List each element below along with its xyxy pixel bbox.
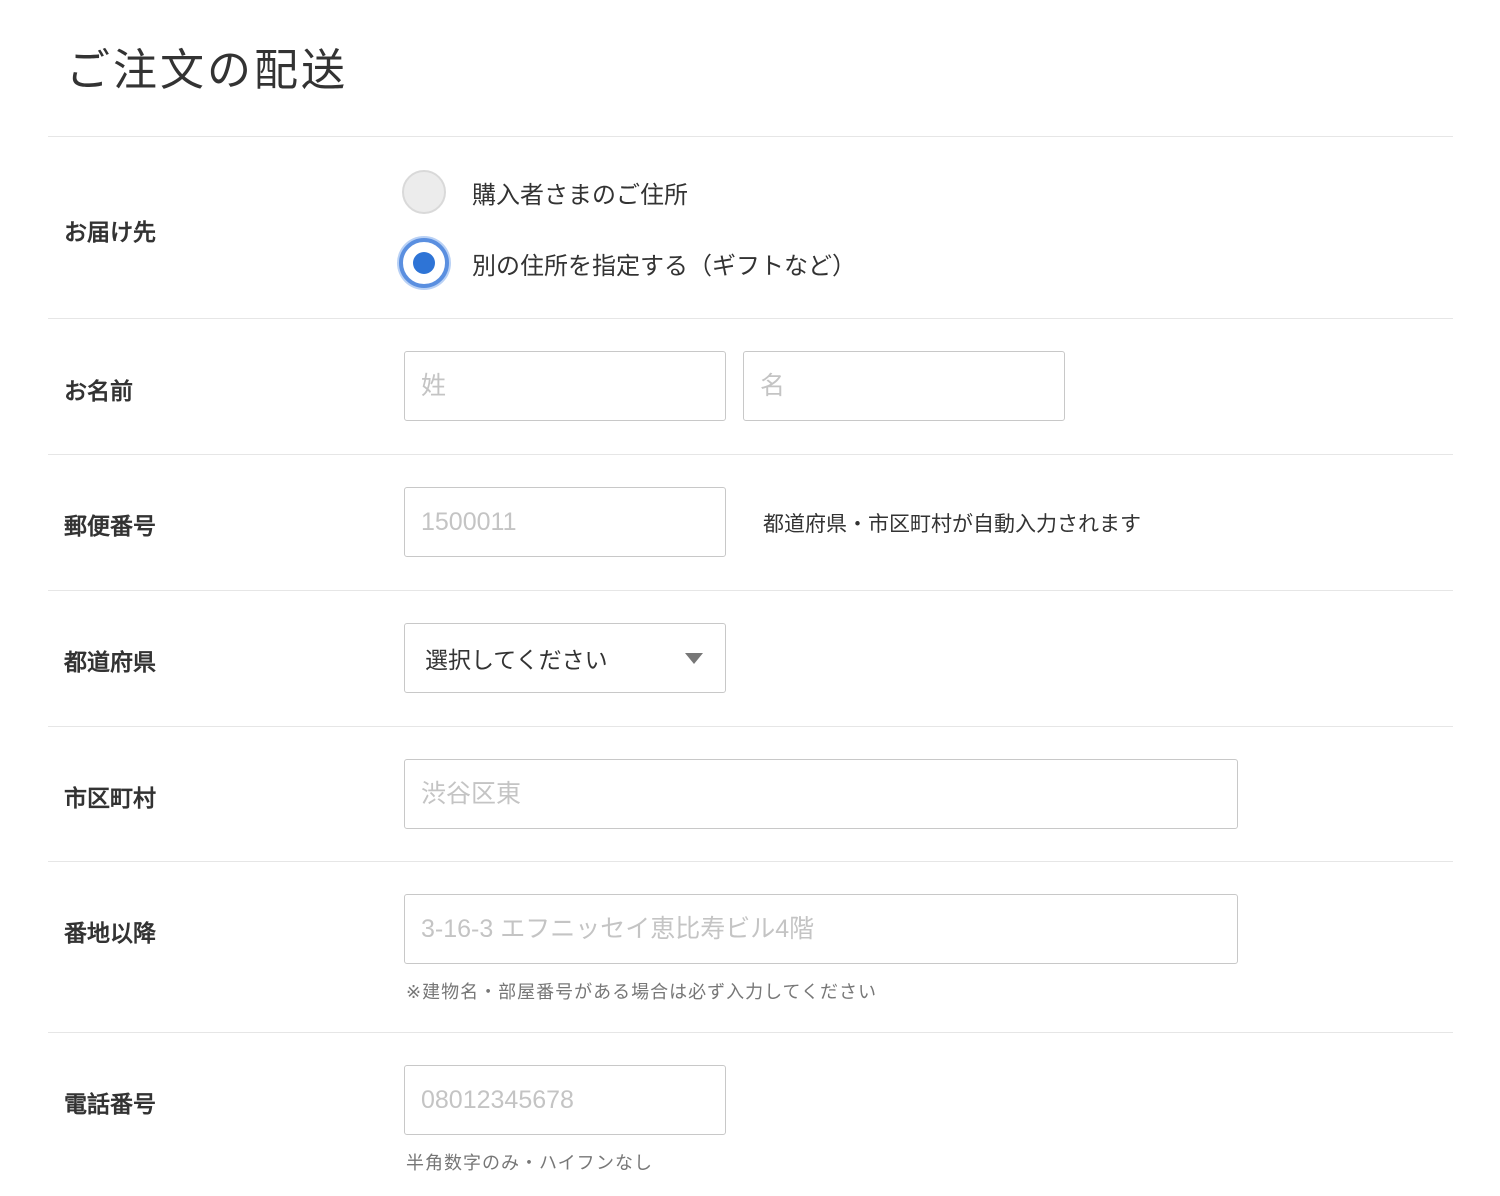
prefecture-label: 都道府県 [64,650,156,676]
radio-dot-icon [413,252,435,274]
radio-other-address-label[interactable]: 別の住所を指定する（ギフトなど） [472,246,856,281]
delivery-label: お届け先 [64,220,156,246]
divider [48,861,1453,862]
postal-code-input[interactable] [404,487,726,557]
divider [48,454,1453,455]
divider [48,1032,1453,1033]
city-input[interactable] [404,759,1238,829]
address-note: ※建物名・部屋番号がある場合は必ず入力してください [406,982,877,1003]
phone-label: 電話番号 [64,1092,156,1118]
first-name-input[interactable] [743,351,1065,421]
phone-note: 半角数字のみ・ハイフンなし [406,1153,653,1174]
triangle-down-icon[interactable] [685,653,703,664]
page-title: ご注文の配送 [66,45,348,96]
radio-checked-icon[interactable] [399,238,449,288]
divider [48,726,1453,727]
last-name-input[interactable] [404,351,726,421]
divider [48,590,1453,591]
divider [48,136,1453,137]
address-input[interactable] [404,894,1238,964]
address-label: 番地以降 [64,921,156,947]
divider [48,318,1453,319]
name-label: お名前 [64,379,133,405]
prefecture-select-value[interactable]: 選択してください [425,641,608,675]
prefecture-select[interactable]: 選択してください [404,623,726,693]
radio-purchaser-address-label[interactable]: 購入者さまのご住所 [472,175,688,210]
radio-purchaser-address[interactable]: 購入者さまのご住所 [402,166,688,218]
postal-label: 郵便番号 [64,514,156,540]
radio-unchecked-icon[interactable] [402,170,446,214]
radio-other-address[interactable]: 別の住所を指定する（ギフトなど） [399,237,856,289]
city-label: 市区町村 [64,786,156,812]
phone-input[interactable] [404,1065,726,1135]
postal-helper-text: 都道府県・市区町村が自動入力されます [763,512,1141,536]
